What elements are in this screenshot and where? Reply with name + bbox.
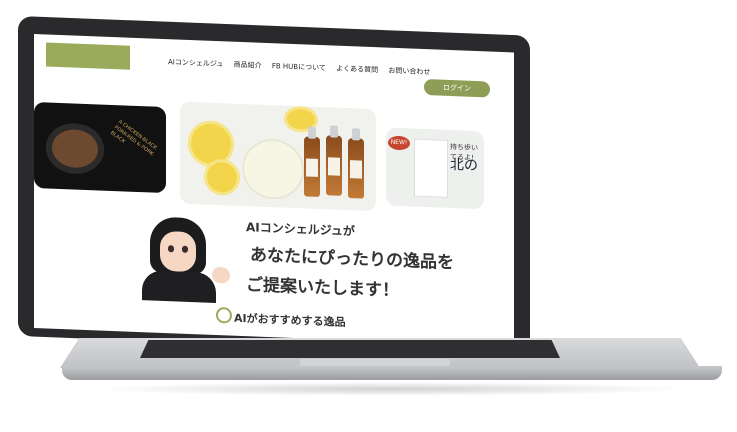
nav-links: AIコンシェルジュ 商品紹介 FB HUBについて よくある質問 お問い合わせ <box>168 57 438 77</box>
site-logo[interactable] <box>46 42 130 70</box>
curry-pot-image <box>46 122 104 175</box>
nav-link-products[interactable]: 商品紹介 <box>234 61 262 70</box>
laptop-mockup: AIコンシェルジュ 商品紹介 FB HUBについて よくある質問 お問い合わせ … <box>0 0 737 432</box>
bottle-image-1 <box>304 136 320 197</box>
laptop-keyboard <box>140 340 560 358</box>
nav-link-about[interactable]: FB HUBについて <box>272 62 326 72</box>
hero-headline-line1: AIコンシェルジュが <box>246 220 355 239</box>
laptop-shadow <box>90 382 690 396</box>
hand-gesture <box>212 266 230 284</box>
bottle-image-3 <box>348 138 364 199</box>
carousel-card-product[interactable]: NEW! 持ち歩いてるよ! 北の <box>386 127 484 210</box>
carousel-card-ginger[interactable] <box>180 101 376 212</box>
nav-link-faq[interactable]: よくある質問 <box>336 65 378 75</box>
concierge-avatar <box>142 216 230 305</box>
plate-cutlery-icon <box>216 306 232 324</box>
laptop-base-edge <box>62 366 722 380</box>
carousel-card-curry[interactable]: A CHICKEN-BLACK PORK-RED & PORK-BLACK <box>34 102 166 194</box>
curry-card-text: A CHICKEN-BLACK PORK-RED & PORK-BLACK <box>109 118 158 159</box>
nav-link-ai-concierge[interactable]: AIコンシェルジュ <box>168 58 223 68</box>
product-pouch-image <box>414 138 448 198</box>
lemon-slice-image <box>204 158 240 196</box>
nav-link-contact[interactable]: お問い合わせ <box>388 67 430 77</box>
laptop-screen: AIコンシェルジュ 商品紹介 FB HUBについて よくある質問 お問い合わせ … <box>34 34 514 347</box>
product-title: 北の <box>450 156 478 175</box>
bottle-image-2 <box>326 135 342 196</box>
drink-glass-image <box>242 137 304 201</box>
laptop-trackpad <box>300 359 450 366</box>
new-badge: NEW! <box>388 135 410 151</box>
hero-headline-line2: あなたにぴったりの逸品を <box>250 245 454 274</box>
section-title-recommend: AIがおすすめする逸品 <box>234 311 346 329</box>
hero-headline-line3: ご提案いたします！ <box>246 275 399 302</box>
login-button[interactable]: ログイン <box>424 78 490 98</box>
